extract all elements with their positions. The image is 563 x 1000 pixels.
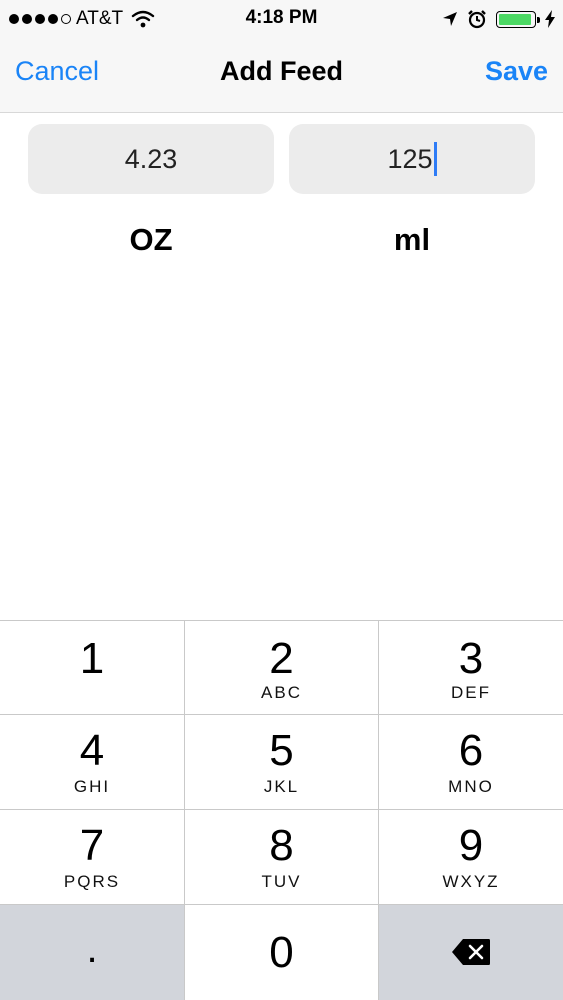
key-letters: WXYZ <box>442 872 500 891</box>
key-digit: 1 <box>79 634 105 683</box>
text-cursor <box>433 142 437 176</box>
key-3[interactable]: 3 DEF <box>379 620 563 715</box>
key-letters: ABC <box>261 683 302 702</box>
key-digit: 3 <box>458 634 484 683</box>
key-letters: PQRS <box>63 872 121 891</box>
key-digit: . <box>86 927 98 971</box>
oz-amount-field[interactable]: 4.23 <box>28 124 274 194</box>
status-right <box>442 6 555 32</box>
key-digit: 8 <box>269 821 294 870</box>
ml-amount-field[interactable]: 125 <box>289 124 535 194</box>
key-1[interactable]: 1 <box>0 620 185 715</box>
key-digit: 6 <box>458 726 484 775</box>
ml-unit-label: ml <box>393 222 431 257</box>
save-button[interactable]: Save <box>485 56 548 87</box>
battery-tip <box>537 16 540 23</box>
key-letters: MNO <box>448 777 494 796</box>
navigation-bar: Cancel Add Feed Save <box>0 38 563 112</box>
oz-unit-label: OZ <box>129 222 173 257</box>
key-0[interactable]: 0 <box>185 905 379 1000</box>
status-bar: AT&T 4:18 PM <box>0 0 563 38</box>
location-arrow-icon <box>443 12 457 26</box>
key-letters: DEF <box>451 683 491 702</box>
key-letters: JKL <box>263 777 300 796</box>
page-title: Add Feed <box>219 56 343 86</box>
key-digit: 9 <box>458 821 484 870</box>
key-8[interactable]: 8 TUV <box>185 810 379 905</box>
key-5[interactable]: 5 JKL <box>185 715 379 810</box>
key-digit: 4 <box>79 726 105 775</box>
key-digit: 7 <box>79 821 105 870</box>
key-2[interactable]: 2 ABC <box>185 620 379 715</box>
key-digit: 5 <box>269 726 294 775</box>
numeric-keypad: 1 2 ABC 3 DEF 4 GHI 5 JKL 6 MNO 7 PQRS 8… <box>0 620 563 1000</box>
key-7[interactable]: 7 PQRS <box>0 810 185 905</box>
delete-button[interactable] <box>379 905 563 1000</box>
key-letters: GHI <box>73 777 111 796</box>
key-digit: 0 <box>269 928 294 977</box>
oz-amount-value: 4.23 <box>124 143 178 174</box>
key-digit: 2 <box>269 634 294 683</box>
battery-fill <box>499 13 532 25</box>
top-bar: AT&T 4:18 PM Cancel Add Feed Save <box>0 0 563 113</box>
battery-icon <box>496 10 540 28</box>
key-decimal[interactable]: . <box>0 905 185 1000</box>
key-6[interactable]: 6 MNO <box>379 715 563 810</box>
key-letters: TUV <box>261 872 302 891</box>
alarm-clock-icon <box>468 10 486 29</box>
backspace-icon <box>452 939 490 965</box>
charging-bolt-icon <box>545 10 555 28</box>
ml-amount-value: 125 <box>387 143 433 174</box>
key-4[interactable]: 4 GHI <box>0 715 185 810</box>
key-9[interactable]: 9 WXYZ <box>379 810 563 905</box>
